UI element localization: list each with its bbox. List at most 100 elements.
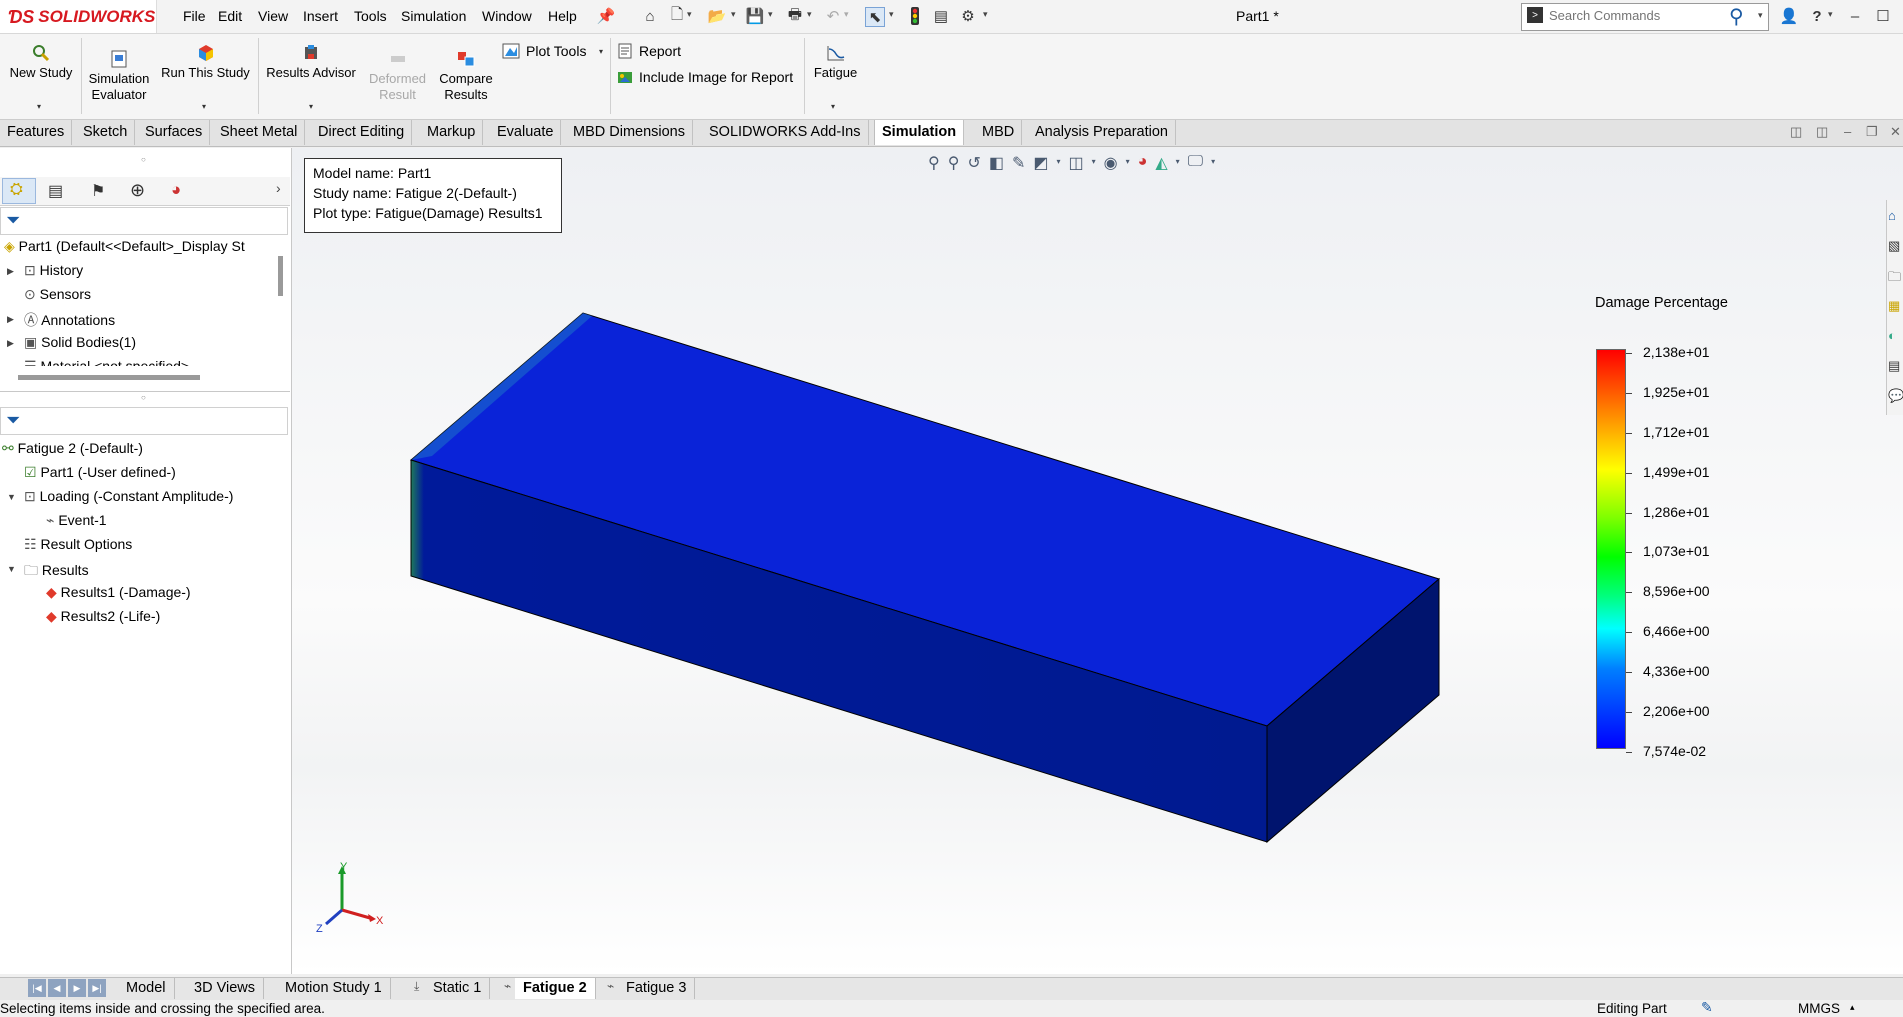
chevron-down-icon[interactable]: ▾ — [1828, 9, 1833, 20]
appearances-icon[interactable]: ◐ — [1888, 328, 1896, 343]
tab-direct-editing[interactable]: Direct Editing — [311, 120, 413, 145]
expand-arrow-icon[interactable]: ▶ — [7, 338, 14, 349]
bottom-tab-fatigue-3[interactable]: Fatigue 3 — [618, 978, 696, 999]
legend-color-bar[interactable] — [1596, 349, 1626, 749]
tab-mbd-dimensions[interactable]: MBD Dimensions — [566, 120, 693, 145]
study-part1[interactable]: ☑ Part1 (-User defined-) — [24, 464, 176, 481]
results-advisor-button[interactable]: Results Advisor — [262, 44, 360, 81]
splitter-handle[interactable]: ○ — [141, 393, 146, 402]
plot-tools-button[interactable]: Plot Tools — [502, 43, 586, 59]
tab-mbd[interactable]: MBD — [975, 120, 1023, 145]
tree-root-part1[interactable]: ◈ Part1 (Default<<Default>_Display St — [4, 238, 245, 255]
solidworks-logo[interactable]: ƊS SOLIDWORKS — [8, 6, 155, 28]
chevron-right-icon[interactable]: › — [276, 180, 281, 196]
open-folder-icon[interactable]: 📂 — [708, 7, 727, 25]
menu-view[interactable]: View — [258, 8, 288, 24]
configuration-manager-icon[interactable]: ⚑ — [91, 181, 105, 201]
search-input[interactable] — [1549, 5, 1724, 25]
tab-sheet-metal[interactable]: Sheet Metal — [213, 120, 306, 145]
home-icon[interactable]: ⌂ — [641, 7, 659, 25]
dimxpert-icon[interactable]: ⊕ — [130, 180, 145, 201]
bottom-tab-motion-study-1[interactable]: Motion Study 1 — [277, 978, 391, 999]
tile-left-icon[interactable]: ◫ — [1790, 124, 1802, 140]
tab-features[interactable]: Features — [0, 120, 73, 145]
menu-simulation[interactable]: Simulation — [401, 8, 466, 24]
file-explorer-icon[interactable]: 🗀 — [1888, 268, 1901, 290]
chevron-down-icon[interactable]: ▾ — [687, 9, 692, 20]
run-this-study-button[interactable]: Run This Study — [158, 44, 253, 81]
tree-item-solid-bodies[interactable]: ▣ Solid Bodies(1) — [24, 334, 136, 351]
display-manager-icon[interactable]: ◕ — [171, 180, 181, 200]
tree-item-annotations[interactable]: Ⓐ Annotations — [24, 310, 115, 330]
design-library-icon[interactable]: ▧ — [1888, 238, 1900, 254]
chevron-down-icon[interactable]: ▾ — [844, 9, 849, 20]
units-indicator[interactable]: MMGS — [1798, 1001, 1840, 1016]
tab-solidworks-add-ins[interactable]: SOLIDWORKS Add-Ins — [702, 120, 869, 145]
tab-simulation[interactable]: Simulation — [874, 120, 965, 145]
filter-icon[interactable]: ⏷ — [6, 410, 20, 431]
property-manager-icon[interactable]: ▤ — [48, 181, 63, 201]
compare-results-button[interactable]: Compare Results — [432, 50, 500, 103]
study-event-1[interactable]: ⌁ Event-1 — [46, 512, 107, 529]
chevron-down-icon[interactable]: ▾ — [202, 102, 206, 111]
chevron-down-icon[interactable]: ▾ — [889, 9, 894, 20]
expand-arrow-icon[interactable]: ▶ — [7, 314, 14, 325]
chevron-down-icon[interactable]: ▾ — [768, 9, 773, 20]
study-fatigue-2[interactable]: ⚯ Fatigue 2 (-Default-) — [2, 440, 143, 457]
tab-analysis-preparation[interactable]: Analysis Preparation — [1028, 120, 1176, 145]
chevron-down-icon[interactable]: ▾ — [731, 9, 736, 20]
horizontal-scrollbar[interactable] — [18, 375, 200, 380]
view-palette-icon[interactable]: ▦ — [1888, 298, 1900, 314]
chevron-down-icon[interactable]: ▾ — [37, 102, 41, 111]
collapse-arrow-icon[interactable]: ▼ — [7, 564, 16, 574]
menu-help[interactable]: Help — [548, 8, 577, 24]
tree-item-history[interactable]: ⊡ History — [24, 262, 83, 279]
expand-arrow-icon[interactable]: ▶ — [7, 266, 14, 277]
forum-icon[interactable]: 💬 — [1888, 388, 1903, 404]
maximize-icon[interactable]: ☐ — [1874, 7, 1892, 25]
chevron-up-icon[interactable]: ▴ — [1850, 1002, 1855, 1013]
splitter-handle[interactable]: ○ — [141, 155, 146, 164]
search-icon[interactable]: ⚲ — [1729, 4, 1744, 29]
tile-right-icon[interactable]: ◫ — [1816, 124, 1828, 140]
chevron-down-icon[interactable]: ▾ — [831, 102, 835, 111]
deformed-result-button[interactable]: Deformed Result — [365, 50, 430, 103]
rebuild-icon[interactable]: ✎ — [1701, 999, 1713, 1016]
user-icon[interactable]: 👤 — [1780, 7, 1799, 25]
include-image-button[interactable]: Include Image for Report — [617, 69, 793, 85]
menu-tools[interactable]: Tools — [354, 8, 387, 24]
file-properties-icon[interactable]: ▤ — [932, 7, 950, 25]
traffic-light-icon[interactable] — [906, 7, 924, 25]
tree-filter-box[interactable] — [0, 207, 288, 235]
report-button[interactable]: Report — [617, 43, 681, 59]
pin-icon[interactable]: 📌 — [597, 7, 616, 25]
study-results[interactable]: 🗀 Results — [24, 560, 89, 584]
menu-window[interactable]: Window — [482, 8, 532, 24]
select-cursor-icon[interactable]: ⬉ — [865, 7, 885, 27]
bottom-tab-static-1[interactable]: Static 1 — [425, 978, 491, 999]
bottom-tab-3d-views[interactable]: 3D Views — [186, 978, 264, 999]
window-restore-icon[interactable]: ❐ — [1866, 124, 1878, 140]
tree-item-sensors[interactable]: ⊙ Sensors — [24, 286, 91, 303]
collapse-arrow-icon[interactable]: ▼ — [7, 492, 16, 502]
chevron-down-icon[interactable]: ▾ — [807, 9, 812, 20]
new-study-button[interactable]: New Study — [6, 44, 76, 81]
bottom-tab-fatigue-2[interactable]: Fatigue 2 — [515, 978, 596, 999]
study-results1[interactable]: ◆ Results1 (-Damage-) — [46, 584, 191, 601]
first-tab-icon[interactable]: |◀ — [28, 979, 46, 997]
menu-file[interactable]: File — [183, 8, 206, 24]
next-tab-icon[interactable]: ▶ — [68, 979, 86, 997]
chevron-down-icon[interactable]: ▾ — [983, 9, 988, 20]
tab-sketch[interactable]: Sketch — [76, 120, 136, 145]
filter-icon[interactable]: ⏷ — [6, 210, 20, 231]
gear-icon[interactable]: ⚙ — [959, 7, 977, 25]
chevron-down-icon[interactable]: ▾ — [599, 47, 603, 56]
menu-edit[interactable]: Edit — [218, 8, 242, 24]
new-document-icon[interactable]: 🗋 — [668, 6, 686, 25]
study-results2[interactable]: ◆ Results2 (-Life-) — [46, 608, 160, 625]
tab-evaluate[interactable]: Evaluate — [490, 120, 562, 145]
previous-tab-icon[interactable]: ◀ — [48, 979, 66, 997]
window-close-icon[interactable]: ✕ — [1890, 124, 1901, 140]
minimize-icon[interactable]: – — [1846, 7, 1864, 25]
resources-home-icon[interactable]: ⌂ — [1888, 208, 1896, 223]
